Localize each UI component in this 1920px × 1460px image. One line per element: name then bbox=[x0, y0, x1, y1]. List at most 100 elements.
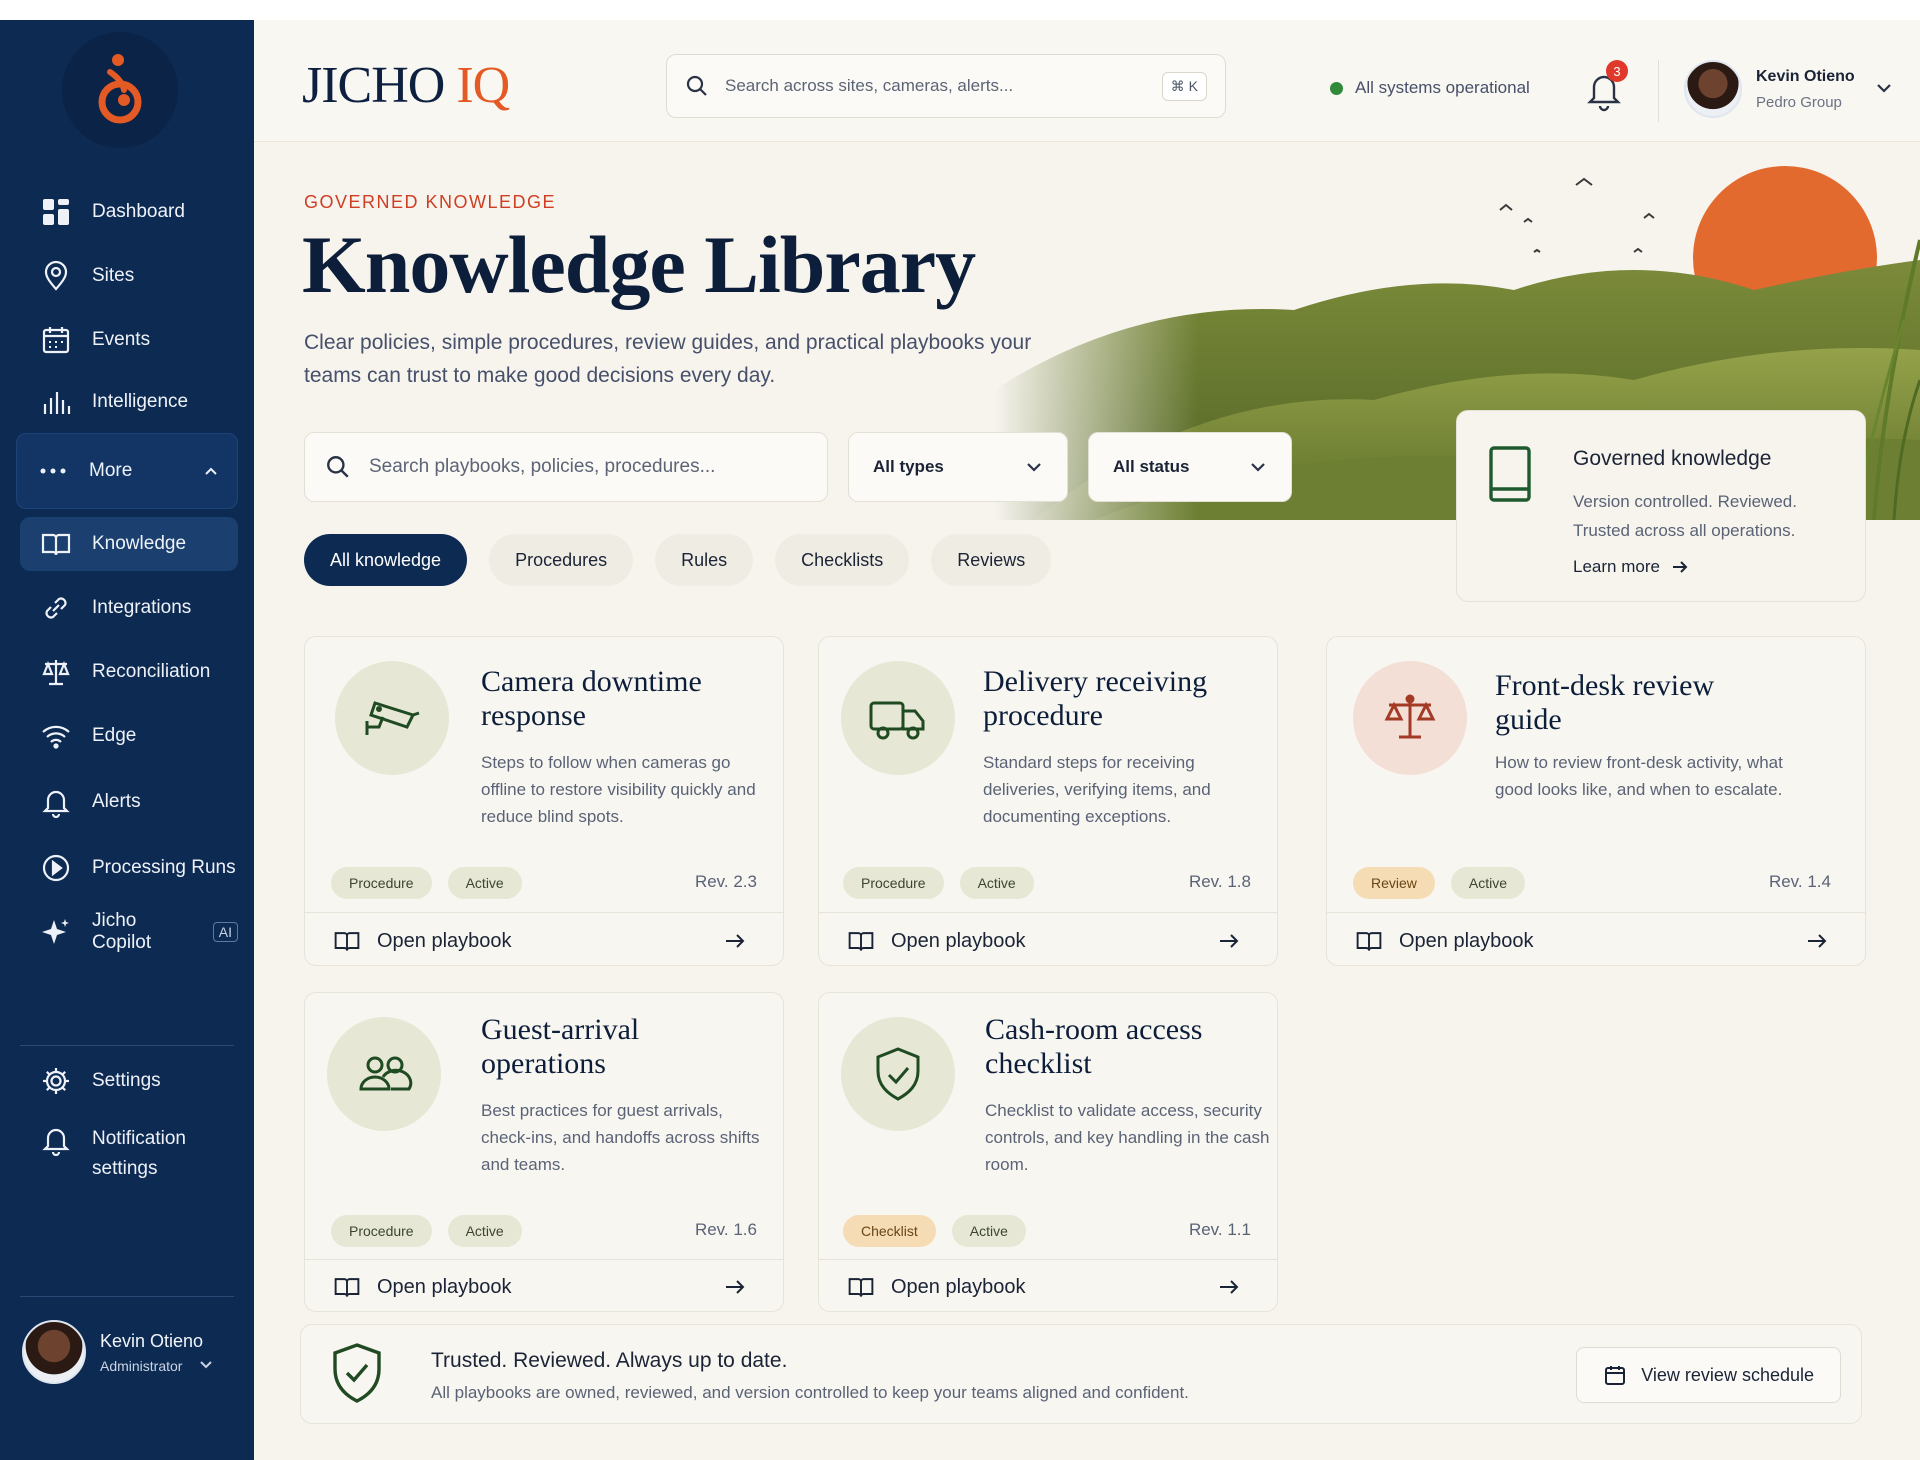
learn-more-label: Learn more bbox=[1573, 557, 1660, 576]
knowledge-card[interactable]: Guest-arrival operations Best practices … bbox=[304, 992, 784, 1312]
sidebar-user[interactable]: Kevin Otieno Administrator bbox=[22, 1320, 214, 1384]
knowledge-card[interactable]: Delivery receiving procedure Standard st… bbox=[818, 636, 1278, 966]
sidebar-item-label: Jicho Copilot bbox=[92, 910, 152, 953]
cctv-camera-icon bbox=[365, 701, 420, 735]
brand-logo[interactable]: JICHO IQ bbox=[302, 56, 510, 115]
tab-procedures[interactable]: Procedures bbox=[489, 534, 634, 586]
user-name: Kevin Otieno bbox=[1756, 67, 1855, 85]
view-review-schedule-button[interactable]: View review schedule bbox=[1576, 1347, 1841, 1403]
card-divider bbox=[1327, 912, 1865, 913]
more-dots-icon bbox=[40, 468, 66, 474]
sidebar-item-more[interactable]: More bbox=[16, 433, 238, 509]
user-menu[interactable]: Kevin Otieno Pedro Group bbox=[1684, 60, 1855, 118]
sidebar-item-jicho-copilot[interactable]: Jicho Copilot AI bbox=[20, 905, 238, 959]
open-playbook-label: Open playbook bbox=[1399, 929, 1534, 952]
tab-all-knowledge[interactable]: All knowledge bbox=[304, 534, 468, 586]
sidebar-item-label: Dashboard bbox=[92, 201, 185, 222]
knowledge-search-input[interactable]: Search playbooks, policies, procedures..… bbox=[304, 432, 828, 502]
status-tag: Active bbox=[1450, 867, 1526, 899]
revision-label: Rev. 2.3 bbox=[694, 872, 757, 891]
shield-check-icon bbox=[876, 1047, 920, 1101]
card-description: Standard steps for receiving deliveries,… bbox=[983, 753, 1211, 826]
grid-icon bbox=[43, 199, 69, 225]
eyebrow-label: GOVERNED KNOWLEDGE bbox=[304, 192, 557, 212]
open-playbook-label: Open playbook bbox=[891, 929, 1026, 952]
card-description: How to review front-desk activity, what … bbox=[1495, 753, 1783, 799]
tab-rules[interactable]: Rules bbox=[655, 534, 754, 586]
sidebar-item-label: Intelligence bbox=[92, 391, 189, 412]
global-search-input[interactable]: Search across sites, cameras, alerts... … bbox=[666, 54, 1226, 118]
type-tag: Checklist bbox=[843, 1215, 936, 1247]
arrow-right-icon bbox=[1220, 1280, 1239, 1294]
revision-label: Rev. 1.1 bbox=[1188, 1220, 1251, 1239]
trust-title: Trusted. Reviewed. Always up to date. bbox=[431, 1349, 788, 1372]
open-playbook-button[interactable]: Open playbook bbox=[847, 1273, 1241, 1301]
sidebar-item-label: More bbox=[89, 460, 133, 481]
book-icon bbox=[334, 932, 360, 951]
book-icon bbox=[848, 1278, 874, 1297]
arrow-right-icon bbox=[1672, 561, 1688, 573]
sidebar-item-label: Knowledge bbox=[92, 533, 187, 554]
chevron-down-icon[interactable] bbox=[1874, 78, 1894, 98]
revision-label: Rev. 1.4 bbox=[1768, 872, 1831, 891]
learn-more-link[interactable]: Learn more bbox=[1573, 557, 1690, 577]
sidebar-item-alerts[interactable]: Alerts bbox=[20, 775, 238, 829]
main-content: JICHO IQ Search across sites, cameras, a… bbox=[254, 20, 1920, 1460]
user-name: Kevin Otieno bbox=[100, 1330, 204, 1351]
type-filter-select[interactable]: All types bbox=[848, 432, 1068, 502]
knowledge-card[interactable]: Camera downtime response Steps to follow… bbox=[304, 636, 784, 966]
status-tag: Active bbox=[447, 1215, 522, 1247]
tab-reviews[interactable]: Reviews bbox=[931, 534, 1052, 586]
gear-icon bbox=[43, 1068, 69, 1094]
sidebar-item-dashboard[interactable]: Dashboard bbox=[20, 185, 238, 239]
topbar: JICHO IQ Search across sites, cameras, a… bbox=[254, 20, 1920, 142]
sidebar-item-edge[interactable]: Edge bbox=[20, 709, 238, 763]
sidebar-item-settings[interactable]: Settings bbox=[20, 1054, 238, 1108]
sidebar-item-intelligence[interactable]: Intelligence bbox=[20, 375, 238, 429]
sidebar-item-integrations[interactable]: Integrations bbox=[20, 581, 238, 635]
open-playbook-button[interactable]: Open playbook bbox=[333, 927, 747, 955]
card-divider bbox=[819, 912, 1277, 913]
trust-banner: Trusted. Reviewed. Always up to date. Al… bbox=[300, 1324, 1862, 1424]
sidebar-item-reconciliation[interactable]: Reconciliation bbox=[20, 645, 238, 699]
knowledge-card[interactable]: Cash-room access checklist Checklist to … bbox=[818, 992, 1278, 1312]
select-value: All status bbox=[1113, 457, 1190, 476]
users-icon bbox=[359, 1056, 413, 1091]
card-icon-badge bbox=[335, 661, 449, 775]
book-icon bbox=[334, 1278, 360, 1297]
sidebar-item-sites[interactable]: Sites bbox=[20, 249, 238, 303]
scale-icon bbox=[1384, 694, 1436, 739]
chevron-down-icon bbox=[1251, 463, 1265, 472]
sidebar-item-notification-settings[interactable]: Notification settings bbox=[20, 1116, 238, 1186]
open-playbook-label: Open playbook bbox=[891, 1275, 1026, 1298]
user-org: Pedro Group bbox=[1756, 93, 1842, 111]
status-filter-select[interactable]: All status bbox=[1088, 432, 1292, 502]
open-playbook-button[interactable]: Open playbook bbox=[333, 1273, 747, 1301]
ai-badge: AI bbox=[212, 922, 238, 942]
chevron-down-icon bbox=[200, 1360, 213, 1368]
select-value: All types bbox=[873, 457, 944, 476]
governed-card-text: Version controlled. Reviewed. Trusted ac… bbox=[1573, 492, 1797, 540]
tab-checklists[interactable]: Checklists bbox=[775, 534, 910, 586]
card-divider bbox=[819, 1259, 1277, 1260]
jicho-logo[interactable] bbox=[62, 32, 178, 148]
sidebar-item-knowledge[interactable]: Knowledge bbox=[20, 517, 238, 571]
status-tag: Active bbox=[959, 867, 1034, 899]
search-icon bbox=[327, 456, 349, 478]
logo-icon bbox=[98, 54, 142, 124]
card-tags: Checklist Active bbox=[843, 1215, 1026, 1247]
governed-card-title: Governed knowledge bbox=[1573, 447, 1772, 470]
sidebar-divider bbox=[20, 1296, 234, 1297]
arrow-right-icon bbox=[1808, 934, 1827, 948]
sidebar-item-processing-runs[interactable]: Processing Runs bbox=[20, 841, 238, 895]
open-playbook-button[interactable]: Open playbook bbox=[847, 927, 1241, 955]
sidebar-item-events[interactable]: Events bbox=[20, 313, 238, 367]
map-pin-icon bbox=[44, 260, 68, 291]
governed-knowledge-card: Governed knowledge Version controlled. R… bbox=[1456, 410, 1866, 602]
knowledge-card[interactable]: Front-desk review guide How to review fr… bbox=[1326, 636, 1866, 966]
open-playbook-button[interactable]: Open playbook bbox=[1355, 927, 1829, 955]
link-icon bbox=[45, 597, 67, 619]
sidebar-item-label: Alerts bbox=[92, 791, 141, 812]
card-description: Best practices for guest arrivals, check… bbox=[481, 1101, 760, 1174]
sparkle-icon bbox=[42, 919, 69, 944]
